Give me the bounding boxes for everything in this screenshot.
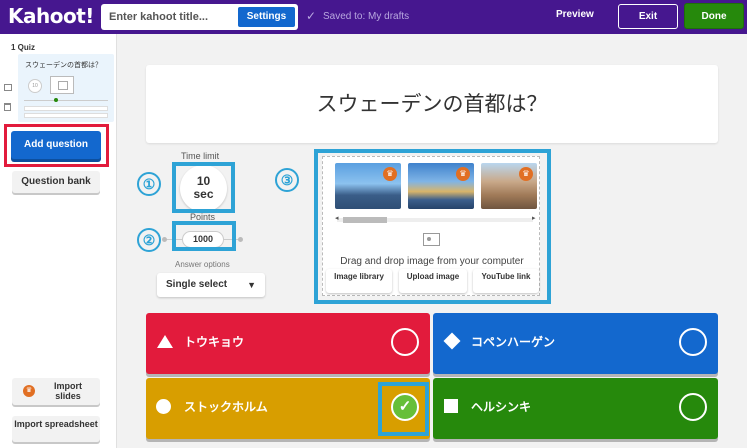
title-box: Settings: [101, 4, 298, 30]
correct-toggle[interactable]: [391, 328, 419, 356]
marker-3: ③: [275, 168, 299, 192]
thumb-answer-row: [24, 113, 108, 118]
thumb-image-icon: [50, 76, 74, 94]
triangle-icon: [157, 335, 173, 348]
import-slides-button[interactable]: ♛ Import slides: [12, 378, 100, 405]
answer-options-value: Single select: [166, 279, 228, 290]
highlight-frame-time: [172, 162, 235, 213]
thumb-timer: 10: [28, 79, 42, 93]
points-slider-dot[interactable]: [162, 237, 167, 242]
answer-options-label: Answer options: [175, 260, 230, 269]
settings-button[interactable]: Settings: [238, 7, 295, 27]
crown-icon: ♛: [23, 385, 35, 397]
circle-icon: [156, 399, 171, 414]
time-limit-label: Time limit: [181, 151, 220, 161]
correct-toggle[interactable]: [679, 328, 707, 356]
highlight-frame-points: [172, 221, 236, 251]
chevron-down-icon: ▼: [247, 280, 256, 290]
diamond-icon: [443, 332, 461, 350]
done-button[interactable]: Done: [684, 3, 744, 29]
thumb-points-bar: [24, 100, 108, 101]
question-bank-button[interactable]: Question bank: [12, 171, 100, 193]
answer-4[interactable]: ヘルシンキ: [433, 378, 718, 439]
kahoot-logo[interactable]: Kahoot!: [8, 4, 94, 28]
answer-text: コペンハーゲン: [471, 335, 556, 349]
duplicate-icon[interactable]: [4, 84, 12, 91]
kahoot-title-input[interactable]: [109, 4, 239, 30]
answer-text: トウキョウ: [184, 335, 245, 349]
points-slider-dot[interactable]: [238, 237, 243, 242]
add-question-button[interactable]: Add question: [11, 131, 101, 159]
trash-icon[interactable]: [4, 103, 11, 111]
correct-toggle[interactable]: [679, 393, 707, 421]
highlight-frame-correct: [378, 382, 429, 436]
answer-text: ストックホルム: [184, 400, 268, 414]
thumb-title: スウェーデンの首都は？: [25, 62, 102, 69]
thumb-answer-row: [24, 106, 108, 111]
answer-options-select[interactable]: Single select ▼: [157, 273, 265, 297]
thumb-correct-dot: [54, 98, 58, 102]
answer-1[interactable]: トウキョウ: [146, 313, 430, 374]
import-slides-label: Import slides: [54, 381, 82, 401]
marker-2: ②: [137, 228, 161, 252]
preview-button[interactable]: Preview: [556, 9, 594, 20]
saved-status: Saved to: My drafts: [323, 11, 410, 22]
slide-thumbnail[interactable]: スウェーデンの首都は？ 10: [18, 54, 114, 122]
saved-check-icon: ✓: [306, 9, 317, 23]
answer-2[interactable]: コペンハーゲン: [433, 313, 718, 374]
sidebar: 1 Quiz スウェーデンの首都は？ 10 Add question Quest…: [0, 34, 117, 448]
answer-text: ヘルシンキ: [471, 400, 532, 414]
top-bar: Kahoot! Settings ✓ Saved to: My drafts P…: [0, 0, 747, 34]
marker-1: ①: [137, 172, 161, 196]
square-icon: [444, 399, 458, 413]
highlight-frame-media: [314, 149, 551, 304]
exit-button[interactable]: Exit: [618, 4, 678, 29]
import-spreadsheet-button[interactable]: Import spreadsheet: [12, 416, 100, 442]
question-title[interactable]: スウェーデンの首都は？: [146, 65, 718, 143]
slide-number: 1 Quiz: [11, 43, 36, 52]
